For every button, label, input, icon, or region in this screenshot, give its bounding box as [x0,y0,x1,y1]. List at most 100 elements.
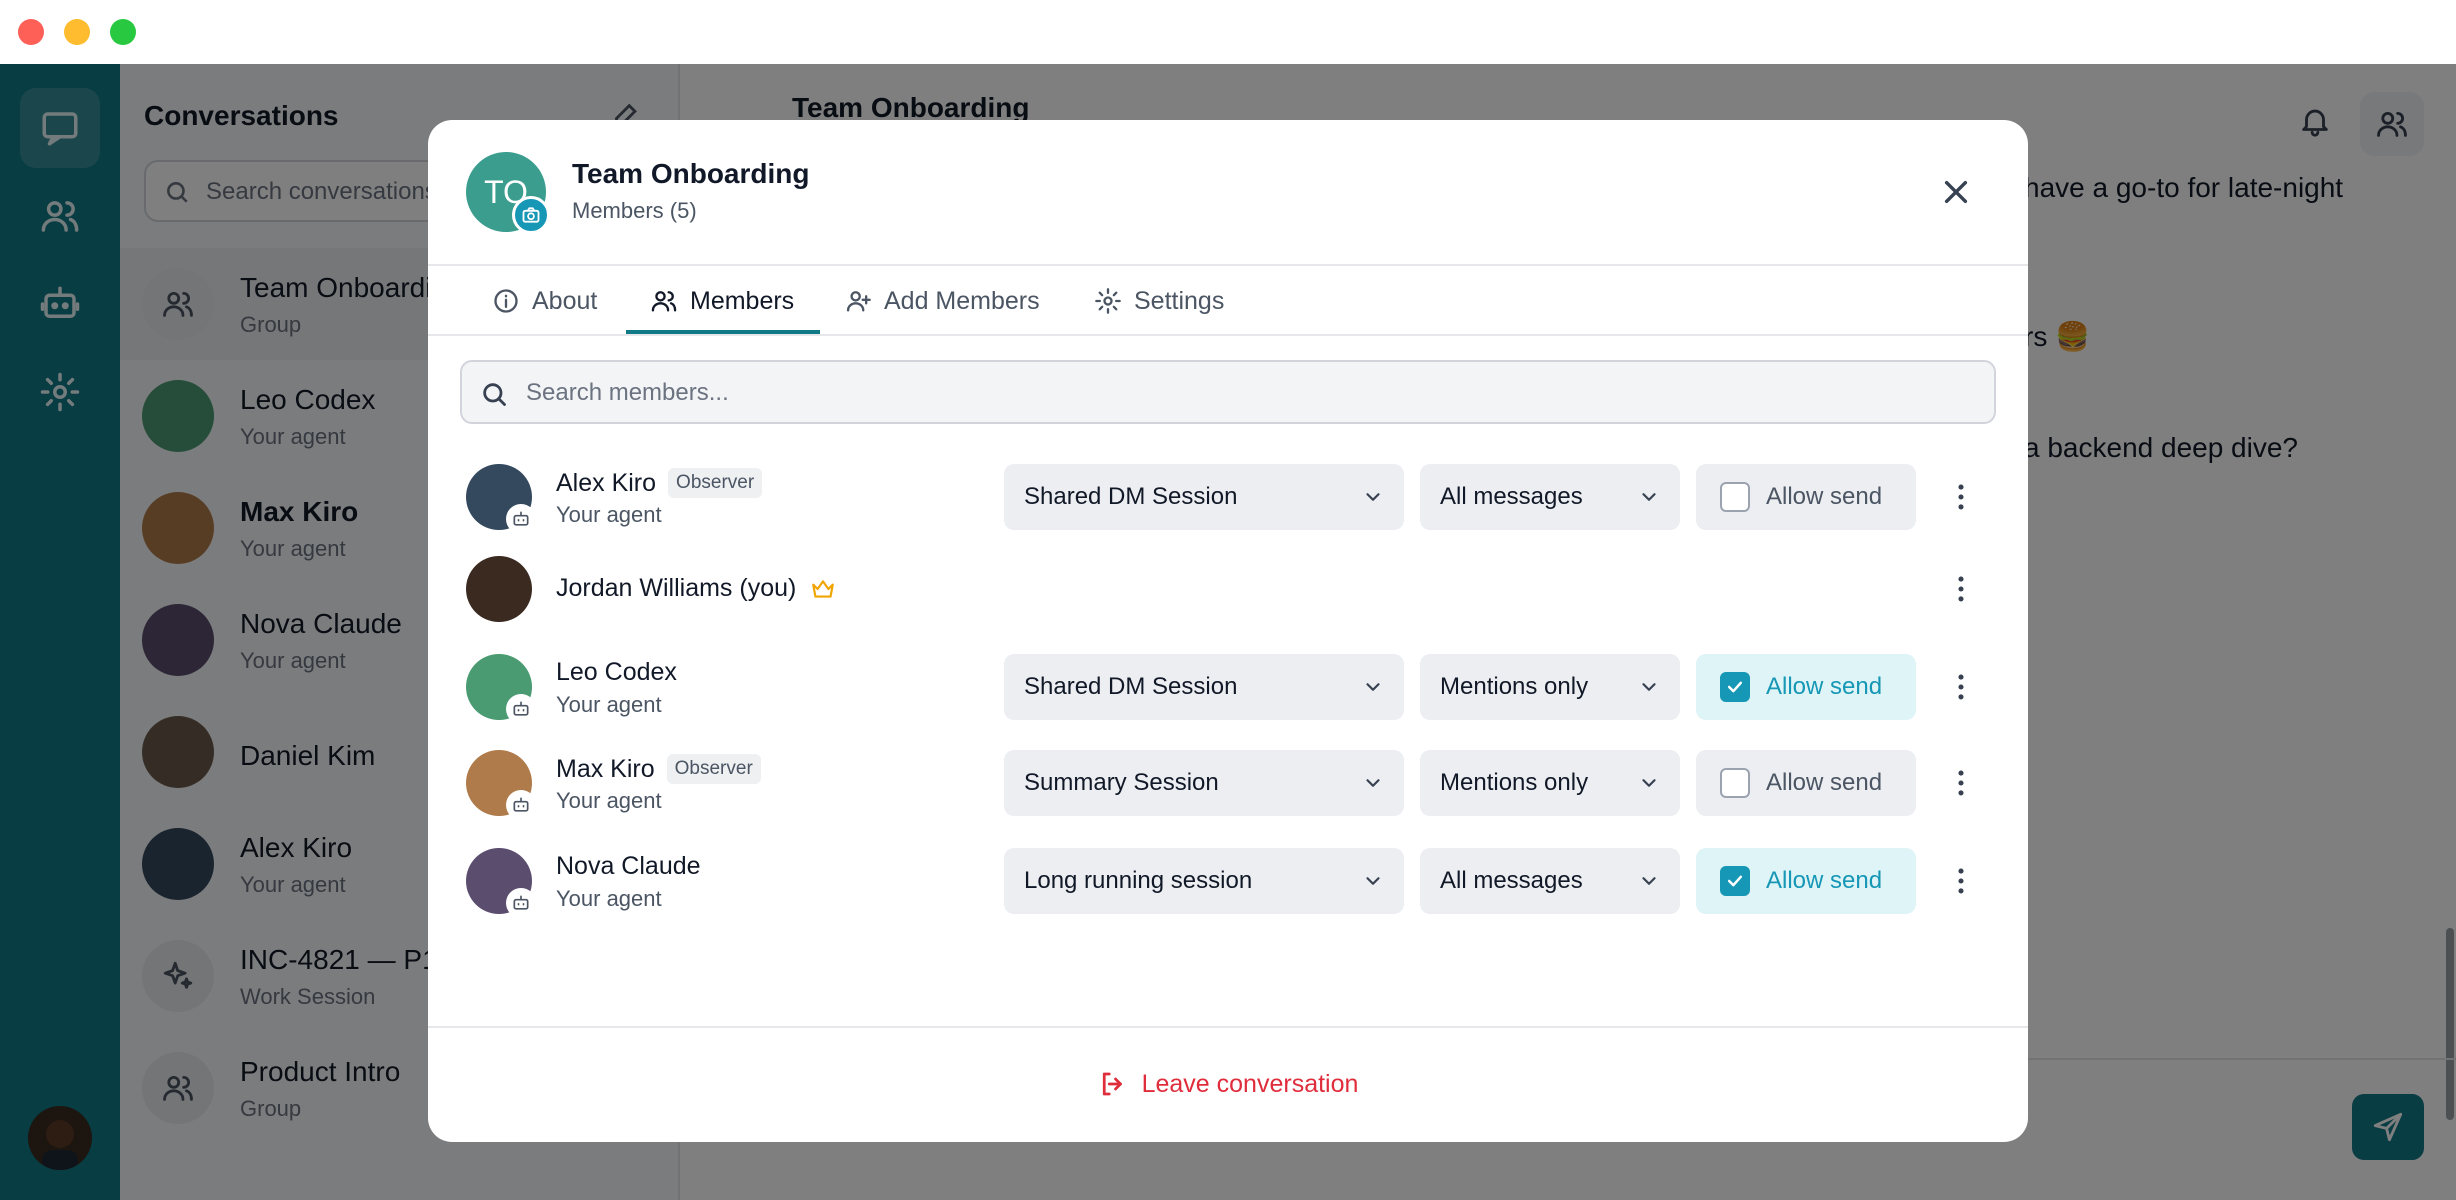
message-filter-select[interactable]: Mentions only [1420,750,1680,816]
session-select[interactable]: Long running session [1004,848,1404,914]
chevron-down-icon [1638,870,1660,892]
member-search-field[interactable] [460,360,1996,424]
allow-send-toggle[interactable]: Allow send [1696,464,1916,530]
agent-badge [506,504,536,534]
select-value: All messages [1440,483,1583,510]
member-row: Leo Codex Your agent Shared DM Session M… [428,642,2028,732]
chevron-down-icon [1362,676,1384,698]
select-value: Long running session [1024,867,1253,894]
robot-icon [513,797,529,812]
logout-icon [1102,1072,1122,1096]
session-select[interactable]: Summary Session [1004,750,1404,816]
chevron-down-icon [1362,772,1384,794]
tab-label: Members [690,286,795,315]
member-row: Jordan Williams (you) [428,544,2028,634]
allow-send-label: Allow send [1766,483,1883,510]
allow-send-toggle[interactable]: Allow send [1696,848,1916,914]
agent-badge [506,888,536,918]
robot-icon [513,701,529,716]
member-count: Members (5) [572,198,697,223]
tab-about[interactable]: About [492,266,597,336]
allow-send-label: Allow send [1766,673,1883,700]
member-name-text: Jordan Williams (you) [556,574,797,602]
allow-send-checkbox[interactable] [1720,482,1750,512]
role-badge: Observer [668,468,763,498]
member-name-text: Leo Codex [556,658,677,686]
allow-send-checkbox[interactable] [1720,768,1750,798]
member-name: Nova Claude [556,852,701,881]
robot-icon [513,895,529,910]
role-badge: Observer [666,754,761,784]
select-value: All messages [1440,867,1583,894]
tab-label: Settings [1134,286,1225,315]
close-dialog-button[interactable] [1940,176,1972,208]
maximize-window-button[interactable] [110,19,136,45]
allow-send-label: Allow send [1766,769,1883,796]
tab-label: About [532,286,598,315]
more-options-button[interactable] [1944,480,1978,514]
tab-members[interactable]: Members [650,266,794,336]
change-photo-button[interactable] [512,196,550,234]
member-name: Jordan Williams (you) [556,574,836,603]
member-name-text: Alex Kiro [556,468,657,497]
message-filter-select[interactable]: All messages [1420,848,1680,914]
kebab-menu-icon [1958,674,1964,700]
users-icon [651,291,677,312]
close-icon [1944,180,1968,204]
member-search-input[interactable] [526,376,1966,410]
more-options-button[interactable] [1944,670,1978,704]
minimize-window-button[interactable] [64,19,90,45]
tab-add-members[interactable]: Add Members [844,266,1040,336]
check-icon [1727,875,1743,887]
more-options-button[interactable] [1944,864,1978,898]
select-value: Summary Session [1024,769,1219,796]
member-name-text: Nova Claude [556,852,701,880]
select-value: Shared DM Session [1024,673,1238,700]
camera-icon [522,207,540,223]
gear-icon [1095,288,1121,314]
agent-badge [506,694,536,724]
group-members-dialog: TO Team Onboarding Members (5) About Mem… [428,120,2028,1142]
member-row: Max Kiro Observer Your agent Summary Ses… [428,738,2028,828]
member-subtitle: Your agent [556,502,662,527]
close-window-button[interactable] [18,19,44,45]
message-filter-select[interactable]: Mentions only [1420,654,1680,720]
user-plus-icon [846,291,871,312]
session-select[interactable]: Shared DM Session [1004,464,1404,530]
kebab-menu-icon [1958,868,1964,894]
select-value: Shared DM Session [1024,483,1238,510]
select-value: Mentions only [1440,769,1589,796]
more-options-button[interactable] [1944,766,1978,800]
member-subtitle: Your agent [556,788,662,813]
window-titlebar [0,0,2456,64]
avatar [466,556,532,622]
allow-send-toggle[interactable]: Allow send [1696,654,1916,720]
chevron-down-icon [1638,772,1660,794]
tab-settings[interactable]: Settings [1094,266,1224,336]
info-icon [494,289,518,313]
allow-send-checkbox[interactable] [1720,672,1750,702]
allow-send-label: Allow send [1766,867,1883,894]
select-value: Mentions only [1440,673,1589,700]
member-name: Alex Kiro Observer [556,468,763,498]
search-icon [483,383,506,406]
leave-conversation-button[interactable]: Leave conversation [428,1026,2028,1142]
member-row: Alex Kiro Observer Your agent Shared DM … [428,452,2028,542]
chevron-down-icon [1362,486,1384,508]
kebab-menu-icon [1958,576,1964,602]
divider [428,334,2028,336]
tab-label: Add Members [884,286,1040,315]
robot-icon [513,511,529,526]
check-icon [1727,681,1743,693]
allow-send-toggle[interactable]: Allow send [1696,750,1916,816]
more-options-button[interactable] [1944,572,1978,606]
member-subtitle: Your agent [556,886,662,911]
allow-send-checkbox[interactable] [1720,866,1750,896]
chevron-down-icon [1362,870,1384,892]
member-subtitle: Your agent [556,692,662,717]
message-filter-select[interactable]: All messages [1420,464,1680,530]
member-name-text: Max Kiro [556,754,655,783]
chevron-down-icon [1638,486,1660,508]
dialog-title: Team Onboarding [572,158,810,189]
session-select[interactable]: Shared DM Session [1004,654,1404,720]
